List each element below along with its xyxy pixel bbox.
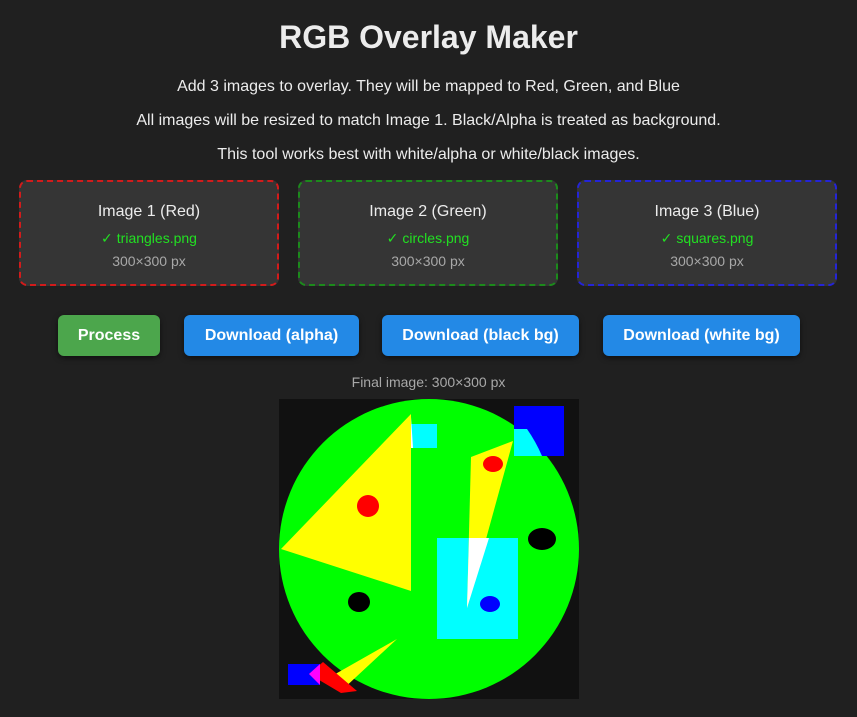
black-dot-right	[528, 528, 556, 550]
red-dot-left	[357, 495, 379, 517]
black-dot-left	[348, 592, 370, 612]
image-slot-blue[interactable]: Image 3 (Blue) ✓ squares.png 300×300 px	[577, 180, 837, 286]
download-white-bg-button[interactable]: Download (white bg)	[603, 315, 800, 356]
description-line-3: This tool works best with white/alpha or…	[217, 146, 640, 163]
check-icon: ✓	[660, 230, 673, 246]
slot-file-status: ✓ circles.png	[300, 229, 556, 247]
image-slot-red[interactable]: Image 1 (Red) ✓ triangles.png 300×300 px	[19, 180, 279, 286]
red-dot-right	[483, 456, 503, 472]
download-alpha-button[interactable]: Download (alpha)	[184, 315, 359, 356]
slot-file-status: ✓ squares.png	[579, 229, 835, 247]
slot-filename: circles.png	[402, 230, 470, 246]
description-line-2: All images will be resized to match Imag…	[136, 112, 721, 129]
overlay-result-image	[279, 399, 579, 699]
slot-label: Image 2 (Green)	[369, 203, 487, 220]
slot-filename: triangles.png	[116, 230, 197, 246]
slot-size: 300×300 px	[670, 253, 744, 269]
slot-file-status: ✓ triangles.png	[21, 229, 277, 247]
slot-label: Image 1 (Red)	[97, 203, 201, 220]
slot-size: 300×300 px	[391, 253, 465, 269]
process-button[interactable]: Process	[58, 315, 160, 356]
final-image-caption: Final image: 300×300 px	[351, 374, 506, 390]
check-icon: ✓	[386, 230, 399, 246]
slot-filename: squares.png	[676, 230, 754, 246]
slot-size: 300×300 px	[112, 253, 186, 269]
rgb-overlay-page: RGB Overlay Maker Add 3 images to overla…	[0, 0, 857, 717]
slot-label: Image 3 (Blue)	[654, 203, 760, 220]
description-line-1: Add 3 images to overlay. They will be ma…	[177, 78, 680, 95]
download-black-bg-button[interactable]: Download (black bg)	[382, 315, 579, 356]
image-slot-green[interactable]: Image 2 (Green) ✓ circles.png 300×300 px	[298, 180, 558, 286]
check-icon: ✓	[101, 230, 113, 246]
blue-dot	[480, 596, 500, 612]
page-title: RGB Overlay Maker	[279, 19, 578, 55]
